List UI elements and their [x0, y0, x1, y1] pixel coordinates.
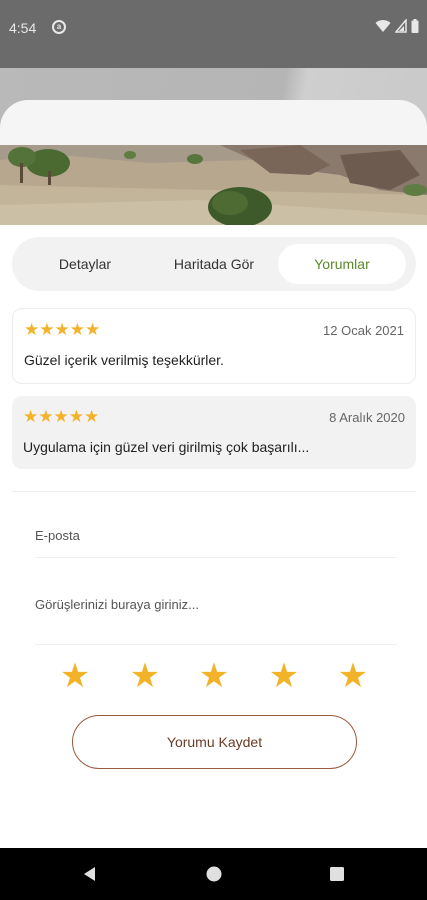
- back-icon[interactable]: [80, 864, 100, 884]
- battery-icon: [411, 19, 419, 33]
- review-card: ★★★★★ 12 Ocak 2021 Güzel içerik verilmiş…: [12, 308, 416, 384]
- email-field[interactable]: E-posta: [35, 528, 397, 558]
- review-text: Uygulama için güzel veri girilmiş çok ba…: [23, 439, 310, 455]
- signal-icon: [395, 19, 407, 33]
- rating-star-5-icon[interactable]: ★: [333, 653, 373, 699]
- system-nav-bar: [0, 848, 427, 900]
- save-comment-button[interactable]: Yorumu Kaydet: [72, 715, 357, 769]
- place-photo: [0, 145, 427, 225]
- review-rating-stars: ★★★★★: [23, 407, 100, 426]
- comment-field[interactable]: Görüşlerinizi buraya giriniz...: [35, 597, 397, 645]
- status-bar: 4:54 a: [0, 0, 427, 68]
- content-area: Detaylar Haritada Gör Yorumlar ★★★★★ 12 …: [0, 225, 427, 848]
- home-icon[interactable]: [204, 864, 224, 884]
- rating-star-2-icon[interactable]: ★: [125, 653, 165, 699]
- review-card: ★★★★★ 8 Aralık 2020 Uygulama için güzel …: [12, 396, 416, 469]
- recents-icon[interactable]: [327, 864, 347, 884]
- review-rating-stars: ★★★★★: [24, 320, 101, 339]
- tab-bar: Detaylar Haritada Gör Yorumlar: [12, 237, 416, 291]
- tab-yorumlar[interactable]: Yorumlar: [278, 244, 406, 284]
- review-date: 12 Ocak 2021: [323, 323, 404, 338]
- detail-sheet: Detaylar Haritada Gör Yorumlar ★★★★★ 12 …: [0, 100, 427, 848]
- divider: [12, 491, 416, 492]
- tab-detaylar[interactable]: Detaylar: [20, 244, 150, 284]
- status-time: 4:54: [9, 20, 37, 36]
- rating-star-3-icon[interactable]: ★: [194, 653, 234, 699]
- comment-placeholder: Görüşlerinizi buraya giriniz...: [35, 597, 200, 612]
- status-icons: [375, 19, 419, 33]
- review-date: 8 Aralık 2020: [329, 410, 405, 425]
- email-placeholder: E-posta: [35, 528, 80, 543]
- app-notification-icon: a: [52, 20, 66, 34]
- rating-selector: ★ ★ ★ ★ ★: [0, 653, 427, 699]
- tab-haritada-gor[interactable]: Haritada Gör: [150, 244, 278, 284]
- review-text: Güzel içerik verilmiş teşekkürler.: [24, 352, 224, 368]
- rating-star-4-icon[interactable]: ★: [264, 653, 304, 699]
- wifi-icon: [375, 20, 391, 32]
- rating-star-1-icon[interactable]: ★: [55, 653, 95, 699]
